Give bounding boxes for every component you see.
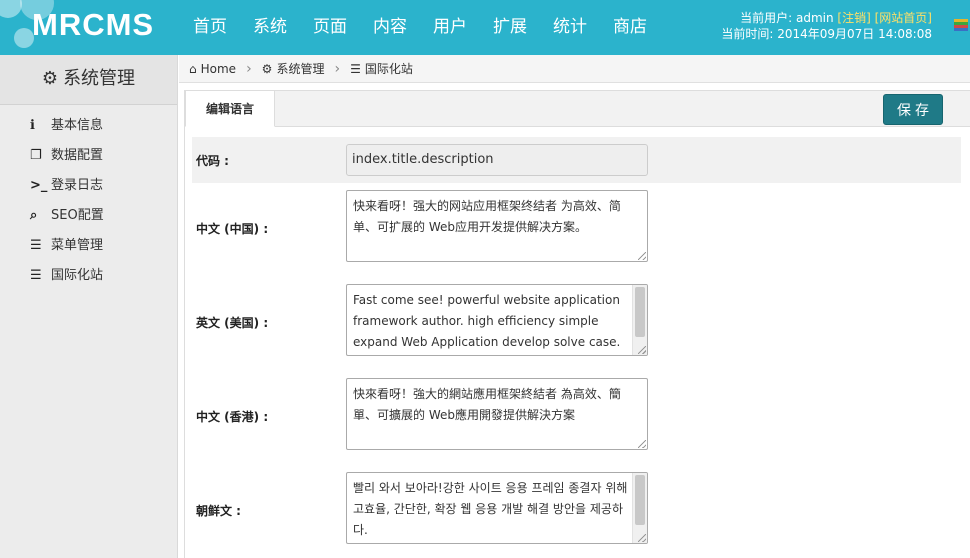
- code-label: 代码 :: [196, 154, 229, 168]
- save-button[interactable]: 保存: [883, 94, 943, 125]
- logo-bubble-decoration: [0, 0, 22, 18]
- terminal-icon: >_: [30, 178, 48, 193]
- zh-cn-textarea[interactable]: 快来看呀！强大的网站应用框架终结者 为高效、简单、可扩展的 Web应用开发提供解…: [346, 190, 648, 262]
- resize-handle-icon[interactable]: [638, 252, 646, 260]
- sidebar: ⚙ 系统管理 ℹ 基本信息 ❐ 数据配置 >_ 登录日志 ⌕ SEO配置 ☰ 菜单管理 ☰ 国…: [0, 55, 178, 558]
- breadcrumb-system-label: 系统管理: [276, 62, 325, 76]
- breadcrumb-home-label: Home: [200, 61, 237, 76]
- chevron-right-icon: ›: [246, 60, 252, 77]
- en-us-textarea[interactable]: Fast come see! powerful website applicat…: [346, 284, 648, 356]
- breadcrumb-system[interactable]: ⚙ 系统管理: [262, 60, 325, 77]
- en-us-label: 英文 (美国) :: [196, 316, 269, 330]
- tab-edit-language[interactable]: 编辑语言: [185, 90, 275, 127]
- zh-hk-label: 中文 (香港) :: [196, 410, 269, 424]
- en-us-text: Fast come see! powerful website applicat…: [353, 293, 621, 349]
- tab-bar: 编辑语言 保存: [184, 90, 970, 127]
- language-edit-form: 代码 : index.title.description 中文 (中国) : 快…: [184, 127, 970, 558]
- zh-hk-text: 快來看呀！強大的網站應用框架終結者 為高效、簡單、可擴展的 Web應用開發提供解…: [353, 387, 621, 422]
- breadcrumb-i18n: ☰ 国际化站: [350, 60, 413, 77]
- logo-bubble-decoration: [14, 28, 34, 48]
- korean-text: 빨리 와서 보아라!강한 사이트 응용 프레임 종결자 위해 고효율, 간단한,…: [353, 481, 628, 537]
- korean-textarea[interactable]: 빨리 와서 보아라!강한 사이트 응용 프레임 종결자 위해 고효율, 간단한,…: [346, 472, 648, 544]
- resize-handle-icon[interactable]: [638, 440, 646, 448]
- sidebar-item-label: 基本信息: [51, 118, 104, 133]
- list-icon: ☰: [30, 238, 42, 253]
- app-logo[interactable]: MRCMS: [32, 7, 154, 43]
- sidebar-item-data-config[interactable]: ❐ 数据配置: [0, 141, 177, 171]
- nav-item-pages[interactable]: 页面: [300, 0, 360, 55]
- nav-item-system[interactable]: 系统: [240, 0, 300, 55]
- current-time-text: 当前时间: 2014年09月07日 14:08:08: [721, 27, 932, 41]
- nav-item-users[interactable]: 用户: [420, 0, 480, 55]
- sidebar-title-label: 系统管理: [63, 68, 136, 89]
- sidebar-item-label: 登录日志: [51, 178, 104, 193]
- sidebar-item-label: 数据配置: [51, 148, 104, 163]
- sidebar-item-i18n[interactable]: ☰ 国际化站: [0, 261, 177, 291]
- chevron-right-icon: ›: [334, 60, 341, 77]
- search-icon: ⌕: [30, 208, 38, 223]
- sidebar-item-basic-info[interactable]: ℹ 基本信息: [0, 111, 177, 141]
- nav-item-statistics[interactable]: 统计: [540, 0, 600, 55]
- form-row-korean: 朝鲜文 : 빨리 와서 보아라!강한 사이트 응용 프레임 종결자 위해 고효율…: [192, 472, 961, 544]
- korean-scrollbar[interactable]: [632, 473, 647, 543]
- en-us-scrollbar[interactable]: [632, 285, 647, 355]
- form-row-en-us: 英文 (美国) : Fast come see! powerful websit…: [192, 284, 961, 356]
- breadcrumb-home[interactable]: ⌂ Home: [189, 62, 236, 76]
- sidebar-item-label: 国际化站: [51, 268, 104, 283]
- resize-handle-icon[interactable]: [638, 534, 646, 542]
- sidebar-item-menu-management[interactable]: ☰ 菜单管理: [0, 231, 177, 261]
- nav-item-content[interactable]: 内容: [360, 0, 420, 55]
- current-user-text: 当前用户: admin: [740, 11, 834, 25]
- scrollbar-thumb[interactable]: [635, 475, 645, 525]
- theme-switcher-icon[interactable]: [954, 19, 968, 31]
- user-info: 当前用户: admin [注销] [网站首页] 当前时间: 2014年09月07…: [721, 10, 932, 42]
- nav-item-home[interactable]: 首页: [180, 0, 240, 55]
- nav-item-extensions[interactable]: 扩展: [480, 0, 540, 55]
- sidebar-menu: ℹ 基本信息 ❐ 数据配置 >_ 登录日志 ⌕ SEO配置 ☰ 菜单管理 ☰ 国际化站: [0, 105, 177, 291]
- sidebar-item-login-log[interactable]: >_ 登录日志: [0, 171, 177, 201]
- sidebar-title: ⚙ 系统管理: [0, 55, 177, 105]
- top-header: MRCMS 首页 系统 页面 内容 用户 扩展 统计 商店 当前用户: admi…: [0, 0, 970, 55]
- code-input[interactable]: index.title.description: [346, 144, 648, 176]
- form-row-code: 代码 : index.title.description: [192, 137, 961, 183]
- site-home-link[interactable]: [网站首页]: [875, 11, 932, 25]
- sidebar-item-label: 菜单管理: [51, 238, 104, 253]
- nav-item-store[interactable]: 商店: [600, 0, 660, 55]
- copy-icon: ❐: [30, 148, 42, 163]
- form-row-zh-hk: 中文 (香港) : 快來看呀！強大的網站應用框架終結者 為高效、簡單、可擴展的 …: [192, 378, 961, 450]
- main-nav: 首页 系统 页面 内容 用户 扩展 统计 商店: [180, 0, 660, 55]
- gear-icon: ⚙: [41, 68, 59, 89]
- zh-cn-text: 快来看呀！强大的网站应用框架终结者 为高效、简单、可扩展的 Web应用开发提供解…: [353, 199, 621, 234]
- zh-cn-label: 中文 (中国) :: [196, 222, 269, 236]
- gear-icon: ⚙: [261, 61, 273, 76]
- scrollbar-thumb[interactable]: [635, 287, 645, 337]
- korean-label: 朝鲜文 :: [196, 504, 241, 518]
- sidebar-item-seo-config[interactable]: ⌕ SEO配置: [0, 201, 177, 231]
- list-icon: ☰: [350, 61, 361, 76]
- logout-link[interactable]: [注销]: [837, 11, 870, 25]
- info-circle-icon: ℹ: [30, 118, 35, 133]
- sidebar-item-label: SEO配置: [51, 208, 104, 223]
- resize-handle-icon[interactable]: [638, 346, 646, 354]
- form-row-zh-cn: 中文 (中国) : 快来看呀！强大的网站应用框架终结者 为高效、简单、可扩展的 …: [192, 190, 961, 262]
- home-icon: ⌂: [189, 61, 197, 76]
- breadcrumb: ⌂ Home › ⚙ 系统管理 › ☰ 国际化站: [179, 55, 970, 83]
- list-icon: ☰: [30, 268, 42, 283]
- breadcrumb-i18n-label: 国际化站: [364, 62, 413, 76]
- zh-hk-textarea[interactable]: 快來看呀！強大的網站應用框架終結者 為高效、簡單、可擴展的 Web應用開發提供解…: [346, 378, 648, 450]
